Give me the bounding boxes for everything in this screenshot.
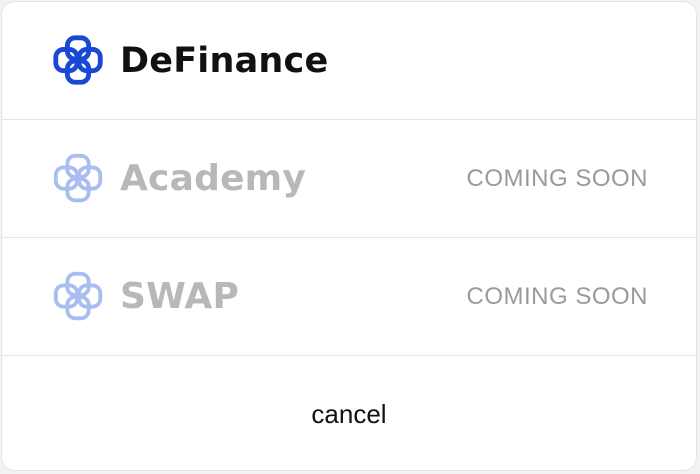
menu-item-label: Academy [120, 158, 307, 199]
menu-item-academy[interactable]: Academy COMING SOON [2, 120, 696, 238]
menu-item-swap[interactable]: SWAP COMING SOON [2, 238, 696, 356]
app-switcher-menu: DeFinance Academy COMING SOON SWAP COMIN… [1, 1, 697, 471]
coming-soon-badge: COMING SOON [466, 164, 648, 192]
cancel-button[interactable]: cancel [2, 356, 696, 470]
menu-item-label: SWAP [120, 276, 240, 317]
coming-soon-badge: COMING SOON [466, 282, 648, 310]
definance-logo-icon [50, 32, 108, 90]
menu-item-label: DeFinance [120, 40, 329, 81]
definance-logo-icon [50, 268, 108, 326]
cancel-label: cancel [311, 398, 387, 429]
menu-item-definance[interactable]: DeFinance [2, 2, 696, 120]
definance-logo-icon [50, 150, 108, 208]
